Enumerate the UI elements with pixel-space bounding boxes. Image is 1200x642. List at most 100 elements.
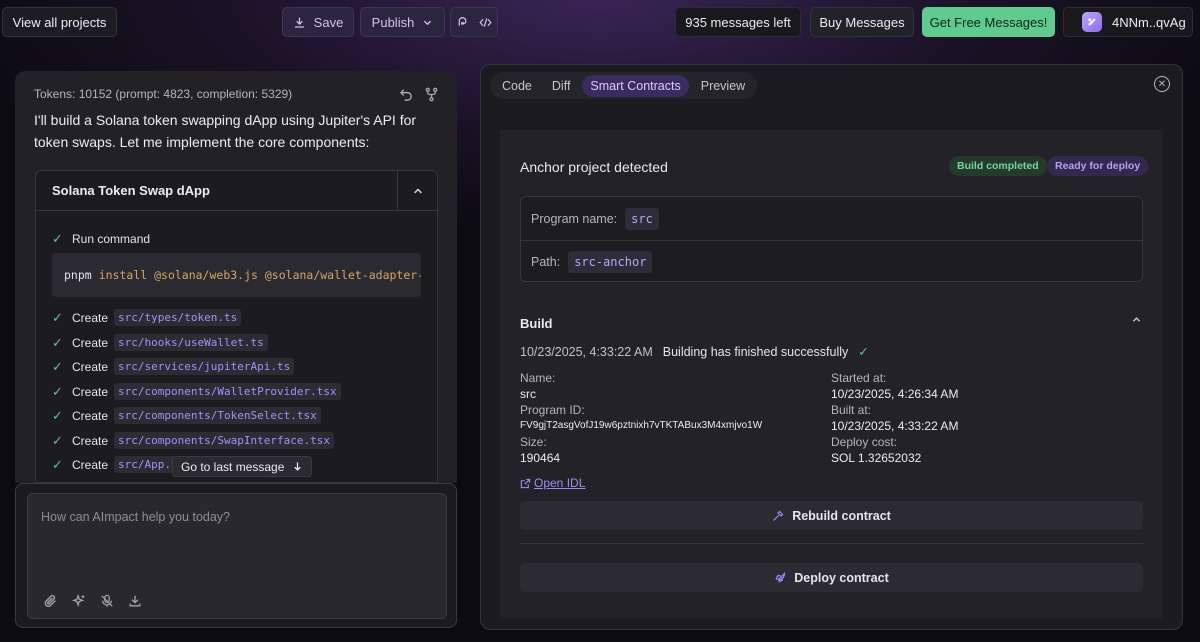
build-completed-badge: Build completed xyxy=(949,156,1047,176)
get-free-messages-button[interactable]: Get Free Messages! xyxy=(922,7,1055,37)
built-at-value: 10/23/2025, 4:33:22 AM xyxy=(831,419,959,433)
wallet-address: 4NNm..qvAg xyxy=(1112,14,1186,30)
smart-contracts-pane: Anchor project detected Build completed … xyxy=(500,130,1162,619)
deploy-cost-value: SOL 1.32652032 xyxy=(831,451,922,465)
top-bar: View all projects Save Publish 935 messa… xyxy=(0,0,1200,44)
build-meta-left: Name: src Program ID: FV9gjT2asgVofJ19w6… xyxy=(520,370,762,466)
check-icon: ✓ xyxy=(52,432,63,448)
assistant-message: I'll build a Solana token swapping dApp … xyxy=(34,112,417,150)
open-idl-link[interactable]: Open IDL xyxy=(520,476,585,490)
chat-input[interactable] xyxy=(28,494,446,564)
command-block: pnpm install @solana/web3.js @solana/wal… xyxy=(52,253,421,297)
build-status-line: 10/23/2025, 4:33:22 AM Building has fini… xyxy=(520,344,869,360)
program-info-box: Program name: src Path: src-anchor xyxy=(520,196,1143,282)
tab-smart-contracts[interactable]: Smart Contracts xyxy=(582,74,689,97)
messages-left-label: 935 messages left xyxy=(685,14,791,30)
create-label: Create xyxy=(72,384,109,399)
rocket-icon xyxy=(775,571,786,583)
tab-diff[interactable]: Diff xyxy=(544,75,579,97)
chevron-up-icon xyxy=(1132,317,1141,322)
brain-icon[interactable] xyxy=(456,16,469,29)
chevron-up-icon xyxy=(413,187,422,193)
deploy-contract-button[interactable]: Deploy contract xyxy=(520,563,1143,592)
get-free-messages-label: Get Free Messages! xyxy=(929,14,1048,30)
create-file-step: ✓ Create src/components/SwapInterface.ts… xyxy=(52,432,334,449)
check-icon: ✓ xyxy=(52,407,63,423)
create-label: Create xyxy=(72,408,109,423)
save-button[interactable]: Save xyxy=(282,7,354,37)
file-path[interactable]: src/services/jupiterApi.ts xyxy=(114,358,295,375)
buy-messages-label: Buy Messages xyxy=(819,14,905,30)
buy-messages-button[interactable]: Buy Messages xyxy=(810,7,914,37)
run-command-step: ✓ Run command xyxy=(52,231,150,247)
check-icon: ✓ xyxy=(52,383,63,399)
create-label: Create xyxy=(72,433,109,448)
external-link-icon xyxy=(520,478,531,488)
chat-input-area xyxy=(15,483,457,628)
deploy-cost-label: Deploy cost: xyxy=(831,435,898,449)
paperclip-icon[interactable] xyxy=(44,594,58,608)
wallet-logo-icon xyxy=(1082,12,1102,32)
build-timestamp: 10/23/2025, 4:33:22 AM xyxy=(520,344,653,359)
run-command-label: Run command xyxy=(72,232,151,246)
rebuild-contract-button[interactable]: Rebuild contract xyxy=(520,501,1143,530)
close-icon[interactable]: ✕ xyxy=(1154,76,1170,92)
check-icon: ✓ xyxy=(52,358,63,374)
tab-preview[interactable]: Preview xyxy=(693,75,753,97)
command-binary: pnpm xyxy=(64,268,92,282)
path-row: Path: src-anchor xyxy=(521,240,1142,283)
file-path[interactable]: src/components/SwapInterface.tsx xyxy=(114,432,334,449)
token-usage: Tokens: 10152 (prompt: 4823, completion:… xyxy=(34,87,293,101)
program-name-label: Program name: xyxy=(531,211,618,226)
undo-icon[interactable] xyxy=(399,87,414,102)
messages-left-counter: 935 messages left xyxy=(675,7,801,37)
file-path[interactable]: src/components/TokenSelect.tsx xyxy=(114,407,321,424)
size-label: Size: xyxy=(520,435,547,449)
arrow-down-icon xyxy=(294,462,302,471)
go-to-last-message-button[interactable]: Go to last message xyxy=(172,456,313,477)
program-id-value: FV9gjT2asgVofJ19w6pztnixh7vTKTABux3M4xmj… xyxy=(520,420,763,431)
chevron-down-icon xyxy=(424,20,432,25)
deploy-contract-label: Deploy contract xyxy=(794,570,889,585)
rebuild-contract-label: Rebuild contract xyxy=(792,508,891,523)
wallet-button[interactable]: 4NNm..qvAg xyxy=(1063,7,1193,37)
publish-button[interactable]: Publish xyxy=(360,7,445,37)
create-label: Create xyxy=(72,335,109,350)
create-file-step: ✓ Create src/components/WalletProvider.t… xyxy=(52,383,341,400)
check-icon: ✓ xyxy=(52,231,63,246)
artifact-header[interactable]: Solana Token Swap dApp xyxy=(36,171,437,211)
ready-for-deploy-badge: Ready for deploy xyxy=(1047,156,1149,176)
file-path[interactable]: src/components/WalletProvider.tsx xyxy=(114,383,341,400)
import-icon[interactable] xyxy=(128,594,142,608)
file-path[interactable]: src/types/token.ts xyxy=(114,309,242,326)
check-icon: ✓ xyxy=(858,345,869,359)
tab-code[interactable]: Code xyxy=(494,75,540,97)
view-toggle-buttons[interactable] xyxy=(450,7,498,37)
input-toolbar xyxy=(44,594,142,608)
build-meta-right: Started at: 10/23/2025, 4:26:34 AM Built… xyxy=(831,370,958,466)
sparkle-icon[interactable] xyxy=(72,594,86,608)
artifact-card: Solana Token Swap dApp ✓ Run command pnp… xyxy=(35,170,438,483)
create-label: Create xyxy=(72,310,109,325)
started-at-label: Started at: xyxy=(831,371,887,385)
save-label: Save xyxy=(313,14,344,30)
code-icon[interactable] xyxy=(479,16,492,29)
check-icon: ✓ xyxy=(52,334,63,350)
mic-off-icon[interactable] xyxy=(100,594,114,608)
chat-message-panel: Tokens: 10152 (prompt: 4823, completion:… xyxy=(15,71,457,483)
artifact-collapse-button[interactable] xyxy=(397,171,437,211)
check-icon: ✓ xyxy=(52,309,63,325)
view-all-projects-button[interactable]: View all projects xyxy=(2,7,117,37)
create-label: Create xyxy=(72,457,109,472)
command-arguments: install @solana/web3.js @solana/wallet-a… xyxy=(98,268,421,282)
message-actions xyxy=(399,87,439,102)
download-icon xyxy=(294,17,304,28)
name-value: src xyxy=(520,387,536,401)
build-message: Building has finished successfully xyxy=(662,344,849,359)
file-path[interactable]: src/hooks/useWallet.ts xyxy=(114,334,268,351)
create-label: Create xyxy=(72,359,109,374)
fork-icon[interactable] xyxy=(424,87,439,102)
size-value: 190464 xyxy=(520,451,561,465)
workbench-panel: Code Diff Smart Contracts Preview ✕ Anch… xyxy=(480,64,1183,630)
build-collapse-toggle[interactable] xyxy=(1131,314,1142,328)
